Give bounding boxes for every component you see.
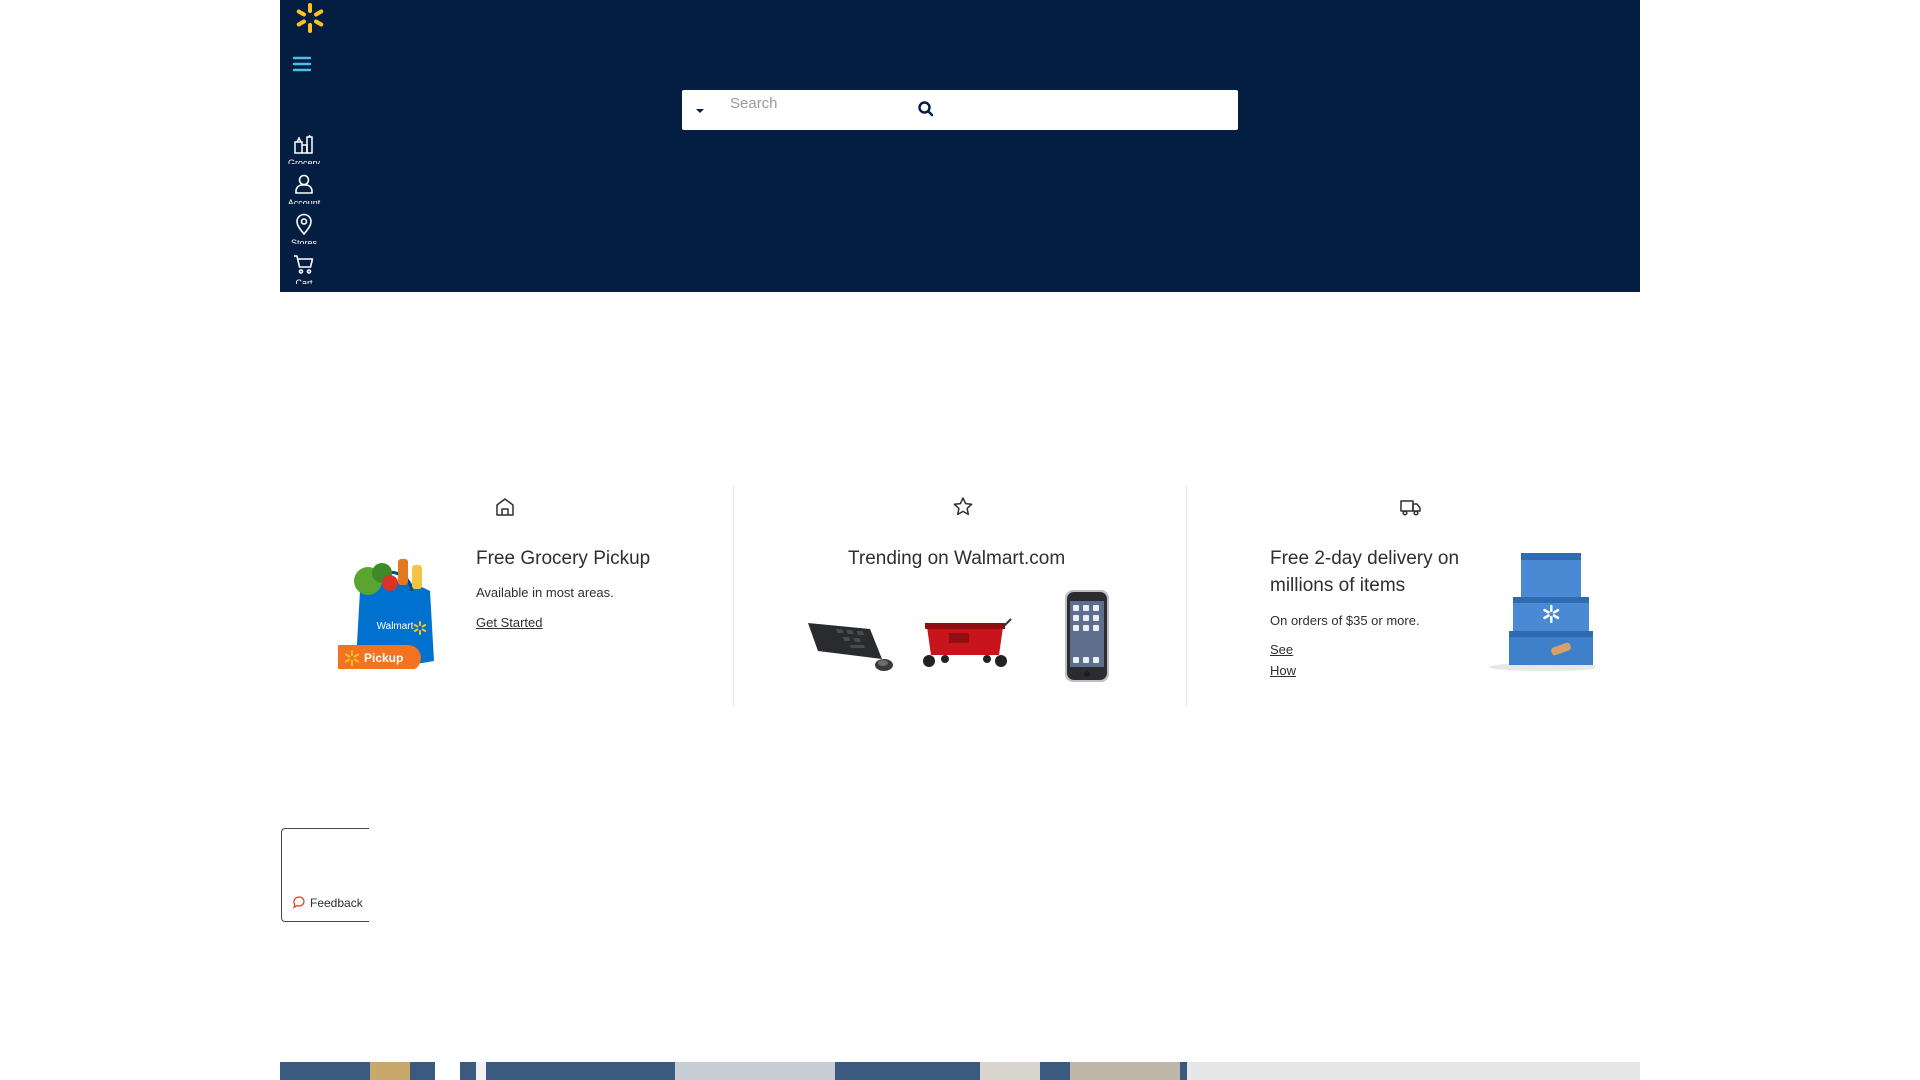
house-icon-tab xyxy=(480,495,530,525)
caret-down-icon xyxy=(696,109,704,113)
menu-button[interactable] xyxy=(288,50,316,78)
value-props: Walmart Pickup Free Grocery Pickup Avail… xyxy=(280,485,1640,707)
nav-stores-label: Stores xyxy=(290,238,317,244)
two-day-delivery-title: Free 2-day delivery on millions of items xyxy=(1270,548,1460,596)
two-day-delivery-subtitle: On orders of $35 or more. xyxy=(1270,613,1420,628)
house-accent-bar xyxy=(480,521,530,525)
see-how-link[interactable]: See How xyxy=(1270,639,1310,681)
spark-logo-icon xyxy=(296,3,324,33)
trending-title: Trending on Walmart.com xyxy=(848,548,1066,569)
search-icon xyxy=(918,100,934,116)
nav-stores[interactable]: Stores xyxy=(280,212,328,252)
banner-frame xyxy=(980,1062,1040,1080)
house-icon xyxy=(496,498,514,516)
cart-icon xyxy=(294,255,314,274)
hero-banner-partial xyxy=(280,1062,1640,1080)
banner-panel xyxy=(435,1062,460,1080)
shipping-boxes-image xyxy=(1489,553,1595,671)
nav-cart[interactable]: Cart xyxy=(280,252,328,292)
nav-account[interactable]: Account xyxy=(280,172,328,212)
banner-panel-2 xyxy=(476,1062,486,1080)
chat-bubble-icon xyxy=(292,896,305,909)
banner-shelf xyxy=(1070,1062,1180,1080)
nav-grocery-label: Grocery xyxy=(287,158,320,164)
product-smartphone[interactable] xyxy=(1035,585,1135,685)
search-bar xyxy=(682,90,1238,130)
nav-cart-label: Cart xyxy=(295,278,313,284)
search-input[interactable] xyxy=(722,90,907,130)
grocery-icon xyxy=(294,135,313,154)
walmart-spark-logo[interactable] xyxy=(294,2,326,34)
truck-icon-tab xyxy=(1386,495,1436,525)
grocery-pickup-image: Walmart Pickup xyxy=(338,559,434,669)
grocery-pickup-subtitle: Available in most areas. xyxy=(476,585,614,600)
get-started-link[interactable]: Get Started xyxy=(476,612,542,633)
account-icon xyxy=(295,174,313,194)
star-icon xyxy=(953,497,973,516)
banner-window xyxy=(675,1062,835,1080)
feedback-button[interactable]: Feedback xyxy=(281,828,369,922)
star-accent-bar xyxy=(938,521,988,525)
bag-text: Walmart xyxy=(377,621,414,632)
location-pin-icon xyxy=(296,213,312,236)
banner-image-right xyxy=(1187,1062,1640,1080)
banner-image-left xyxy=(280,1062,1187,1080)
page: Grocery Account Stores Cart Search Walma… xyxy=(0,0,1920,1080)
pickup-badge: Pickup xyxy=(364,651,403,665)
nav-account-label: Account xyxy=(287,198,321,204)
trending-products xyxy=(800,585,1130,685)
product-keyboard-mouse[interactable] xyxy=(800,585,900,685)
feedback-label: Feedback xyxy=(310,896,363,910)
delivery-truck-icon xyxy=(1400,500,1421,516)
banner-lamp xyxy=(370,1062,410,1080)
search-button[interactable] xyxy=(912,98,940,122)
nav-grocery[interactable]: Grocery xyxy=(280,132,328,172)
star-icon-tab xyxy=(938,495,988,525)
hamburger-menu-icon xyxy=(292,56,312,72)
grocery-pickup-title: Free Grocery Pickup xyxy=(476,548,651,569)
department-dropdown[interactable] xyxy=(690,102,710,118)
truck-accent-bar xyxy=(1386,521,1436,525)
site-header: Grocery Account Stores Cart Search xyxy=(280,0,1640,292)
product-red-wagon[interactable] xyxy=(915,585,1015,685)
